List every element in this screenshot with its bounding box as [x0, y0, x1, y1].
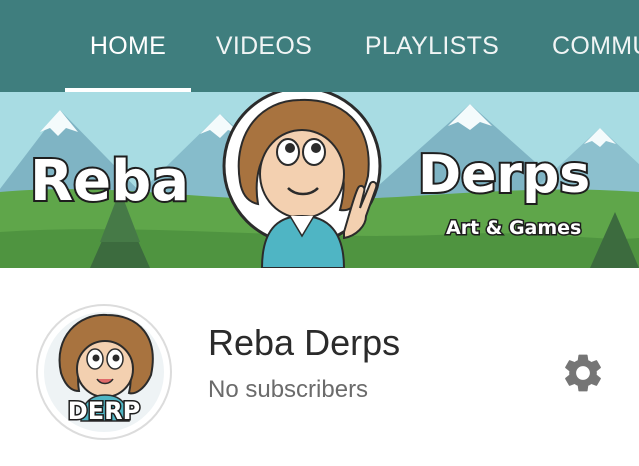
tab-community[interactable]: COMMUNITY — [540, 0, 639, 92]
channel-tab-bar: HOME VIDEOS PLAYLISTS COMMUNITY — [0, 0, 639, 92]
tab-playlists[interactable]: PLAYLISTS — [352, 0, 512, 92]
tab-home[interactable]: HOME — [65, 0, 191, 92]
channel-page: HOME VIDEOS PLAYLISTS COMMUNITY — [0, 0, 639, 466]
avatar-lettering: DERP — [68, 397, 140, 425]
subscriber-count: No subscribers — [208, 376, 369, 403]
banner-character-face — [259, 129, 345, 219]
channel-avatar-art: DERP — [36, 304, 172, 440]
channel-settings-button[interactable] — [560, 350, 606, 396]
channel-name: Reba Derps — [208, 322, 401, 363]
channel-avatar[interactable]: DERP — [35, 303, 173, 441]
banner-title-left: Reba — [30, 149, 189, 214]
banner-tagline: Art & Games — [446, 217, 581, 239]
channel-banner: Reba Derps Art & Games — [0, 92, 639, 268]
gear-icon — [565, 354, 601, 392]
channel-banner-art: Reba Derps Art & Games — [0, 92, 639, 268]
banner-title-right: Derps — [418, 145, 590, 205]
tab-videos[interactable]: VIDEOS — [210, 0, 318, 92]
